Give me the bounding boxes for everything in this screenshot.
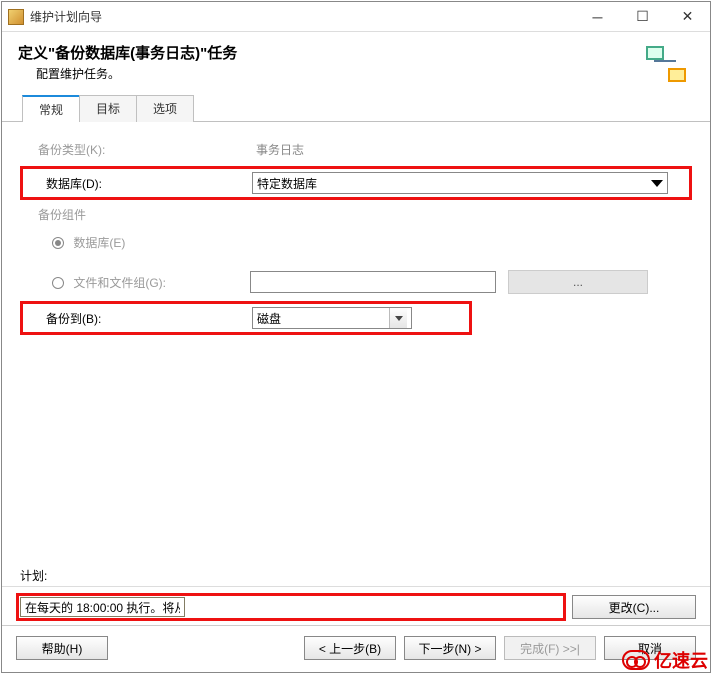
radio-filegroups [52,277,64,289]
database-label: 数据库(D): [28,175,252,192]
watermark-text: 亿速云 [654,647,708,673]
tab-content-general: 备份类型(K): 事务日志 数据库(D): 特定数据库 备份组件 [2,122,710,557]
finish-button: 完成(F) >>| [504,636,596,660]
backup-type-value: 事务日志 [250,141,304,158]
change-schedule-button[interactable]: 更改(C)... [572,595,696,619]
backup-component-label: 备份组件 [38,206,692,223]
maximize-button[interactable]: ☐ [620,3,665,31]
tab-strip: 常规 目标 选项 [2,94,710,122]
app-icon [8,9,24,25]
filegroups-textbox [250,271,496,293]
page-subtitle: 配置维护任务。 [18,65,644,82]
watermark: 亿速云 [622,647,708,673]
radio-database-label: 数据库(E) [73,236,125,250]
database-dropdown[interactable]: 特定数据库 [252,172,668,194]
minimize-button[interactable]: ─ [575,3,620,31]
tab-options[interactable]: 选项 [136,95,194,122]
backup-to-dropdown-value: 磁盘 [257,310,281,327]
wizard-header: 定义"备份数据库(事务日志)"任务 配置维护任务。 [2,32,710,94]
radio-database-row: 数据库(E) [34,234,264,251]
schedule-label: 计划: [20,567,710,584]
next-button[interactable]: 下一步(N) > [404,636,496,660]
page-title: 定义"备份数据库(事务日志)"任务 [18,42,644,63]
titlebar: 维护计划向导 ─ ☐ ✕ [2,2,710,32]
database-dropdown-value: 特定数据库 [257,175,317,192]
watermark-logo-icon [622,650,650,670]
tab-target[interactable]: 目标 [79,95,137,122]
window-title: 维护计划向导 [30,8,575,25]
chevron-down-icon [651,180,663,187]
back-button[interactable]: < 上一步(B) [304,636,396,660]
close-button[interactable]: ✕ [665,3,710,31]
wizard-footer: 帮助(H) < 上一步(B) 下一步(N) > 完成(F) >>| 取消 [2,625,710,672]
radio-filegroups-row: 文件和文件组(G): [34,274,250,291]
schedule-input[interactable] [20,597,185,617]
highlight-database: 数据库(D): 特定数据库 [20,166,692,200]
tab-general[interactable]: 常规 [22,95,80,122]
backup-to-label: 备份到(B): [28,310,252,327]
radio-database [52,237,64,249]
radio-filegroups-label: 文件和文件组(G): [73,276,166,290]
schedule-section: 计划: 更改(C)... [2,557,710,625]
window-frame: 维护计划向导 ─ ☐ ✕ 定义"备份数据库(事务日志)"任务 配置维护任务。 常… [1,1,711,673]
filegroups-browse-button: ... [508,270,648,294]
help-button[interactable]: 帮助(H) [16,636,108,660]
highlight-schedule [16,593,566,621]
wizard-icon [644,42,688,86]
backup-type-label: 备份类型(K): [20,141,250,158]
highlight-backup-to: 备份到(B): 磁盘 [20,301,472,335]
chevron-down-icon [389,308,407,328]
backup-to-dropdown[interactable]: 磁盘 [252,307,412,329]
